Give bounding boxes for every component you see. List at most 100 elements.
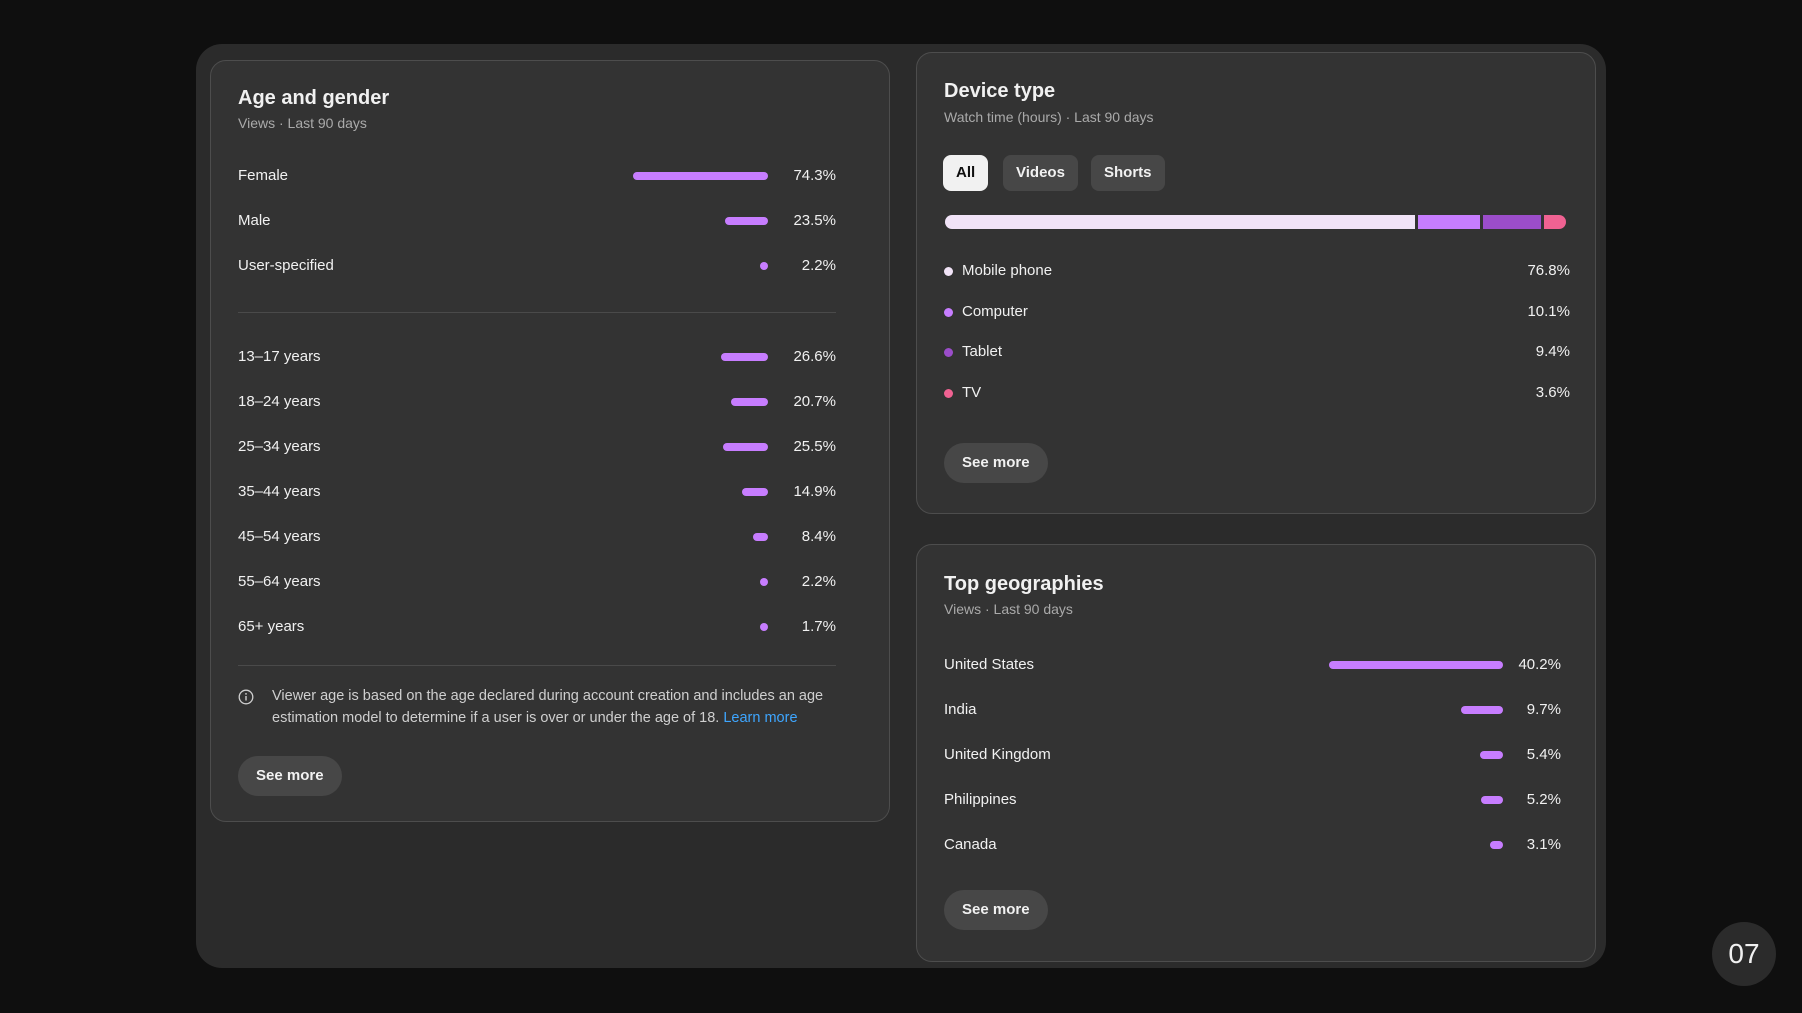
geo-row: United Kingdom 5.4% [944, 745, 1561, 765]
age-row-value: 1.7% [801, 618, 836, 635]
geo-row-value: 9.7% [1526, 701, 1561, 718]
geo-row-value: 5.4% [1526, 746, 1561, 763]
age-row: 18–24 years 20.7% [238, 392, 836, 412]
age-row-bar [722, 443, 768, 451]
age-row-value: 26.6% [793, 348, 836, 365]
age-row-bar [721, 353, 768, 361]
age-row: 13–17 years 26.6% [238, 347, 836, 367]
geo-row: India 9.7% [944, 700, 1561, 720]
top-geographies-subtitle: Views · Last 90 days [944, 601, 1073, 617]
device-value: 76.8% [1527, 262, 1570, 279]
device-value: 3.6% [1535, 383, 1570, 401]
geo-row-bar [1461, 706, 1503, 714]
device-label: Tablet [962, 343, 1003, 360]
age-row-label: 65+ years [238, 618, 305, 635]
age-row-value: 25.5% [793, 438, 836, 455]
tab-videos[interactable]: Videos [1003, 155, 1078, 191]
age-row: 25–34 years 25.5% [238, 437, 836, 457]
device-segment [945, 215, 1416, 229]
age-row-bar [753, 533, 768, 541]
age-row-label: 13–17 years [238, 348, 321, 365]
top-geographies-title: Top geographies [944, 573, 1104, 595]
legend-dot-icon [944, 307, 953, 317]
age-row-value: 14.9% [793, 483, 836, 500]
age-gender-subtitle: Views · Last 90 days [238, 115, 367, 131]
geo-row-label: United States [944, 656, 1035, 673]
legend-dot-icon [944, 388, 953, 398]
age-row-value: 20.7% [793, 393, 836, 410]
device-value: 10.1% [1527, 302, 1570, 320]
age-row: 65+ years 1.7% [238, 617, 836, 637]
gender-row-bar [633, 172, 768, 180]
geo-row-value: 3.1% [1526, 836, 1561, 853]
device-legend-item: Tablet 9.4% [944, 342, 1570, 362]
age-row: 35–44 years 14.9% [238, 482, 836, 502]
gender-row-value: 23.5% [793, 212, 836, 229]
device-legend-item: Computer 10.1% [944, 302, 1570, 322]
learn-more-link[interactable]: Learn more [723, 710, 797, 726]
age-row-label: 25–34 years [238, 438, 321, 455]
age-disclaimer: Viewer age is based on the age declared … [272, 685, 842, 729]
age-row-bar [760, 578, 768, 586]
age-row-label: 35–44 years [238, 483, 321, 500]
geo-row-bar [1329, 661, 1503, 669]
legend-dot-icon [944, 267, 953, 276]
tab-shorts[interactable]: Shorts [1091, 155, 1165, 191]
geo-row-label: Philippines [944, 791, 1017, 808]
device-type-title: Device type [944, 80, 1056, 102]
device-type-subtitle: Watch time (hours) · Last 90 days [944, 109, 1154, 125]
geo-row-value: 5.2% [1526, 791, 1561, 808]
geo-row: United States 40.2% [944, 655, 1561, 675]
device-stacked-bar [945, 215, 1566, 229]
gender-row-bar [760, 262, 768, 270]
geo-row-label: Canada [944, 836, 997, 853]
device-legend-item: Mobile phone 76.8% [944, 261, 1570, 281]
divider [238, 665, 836, 666]
gender-row-value: 74.3% [793, 167, 836, 184]
geo-row: Canada 3.1% [944, 835, 1561, 855]
age-gender-see-more-button[interactable]: See more [238, 756, 342, 796]
geographies-see-more-button[interactable]: See more [944, 890, 1048, 930]
device-value: 9.4% [1535, 343, 1570, 360]
gender-row-label: Female [238, 167, 289, 184]
geo-row-value: 40.2% [1518, 656, 1561, 673]
device-segment [1543, 215, 1566, 229]
device-legend-item: TV 3.6% [944, 383, 1570, 403]
geo-row-bar [1479, 751, 1503, 759]
age-row-bar [731, 398, 768, 406]
age-row-value: 8.4% [801, 528, 836, 545]
age-row-label: 18–24 years [238, 393, 321, 410]
device-label: Computer [962, 302, 1028, 320]
age-row-bar [760, 623, 768, 631]
divider [238, 312, 836, 313]
gender-row-bar [725, 217, 768, 225]
age-row-value: 2.2% [801, 573, 836, 590]
age-row: 55–64 years 2.2% [238, 572, 836, 592]
age-row-bar [741, 488, 768, 496]
page-number-badge: 07 [1712, 922, 1776, 986]
device-segment [1418, 215, 1481, 229]
age-gender-card: Age and gender Views · Last 90 days View… [210, 60, 890, 822]
gender-row: User-specified 2.2% [238, 256, 836, 276]
top-geographies-card: Top geographies Views · Last 90 days See… [916, 544, 1596, 962]
legend-dot-icon [944, 348, 953, 357]
age-row: 45–54 years 8.4% [238, 527, 836, 547]
geo-row-bar [1480, 796, 1503, 804]
age-gender-title: Age and gender [238, 87, 390, 109]
gender-row-value: 2.2% [801, 257, 836, 274]
geo-row-label: United Kingdom [944, 746, 1051, 763]
device-type-card: Device type Watch time (hours) · Last 90… [916, 52, 1596, 514]
age-row-label: 45–54 years [238, 528, 321, 545]
device-segment [1483, 215, 1541, 229]
gender-row: Male 23.5% [238, 211, 836, 231]
device-label: TV [962, 383, 982, 401]
analytics-panel: Age and gender Views · Last 90 days View… [196, 44, 1606, 968]
tab-all[interactable]: All [943, 155, 989, 191]
device-type-see-more-button[interactable]: See more [944, 443, 1048, 483]
gender-row: Female 74.3% [238, 166, 836, 186]
geo-row-label: India [944, 701, 977, 718]
info-icon [238, 689, 254, 705]
geo-row: Philippines 5.2% [944, 790, 1561, 810]
device-label: Mobile phone [962, 262, 1053, 279]
gender-row-label: Male [238, 212, 271, 229]
